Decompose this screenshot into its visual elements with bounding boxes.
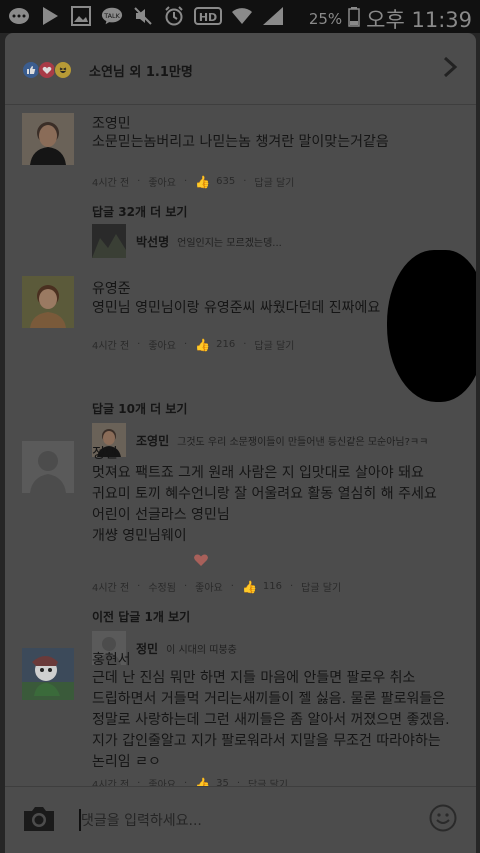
talk-icon: TALK (101, 6, 123, 26)
emoji-icon[interactable] (429, 804, 457, 832)
reply-button[interactable]: 답글 달기 (254, 337, 294, 352)
comment-item: 조영민 소문믿는놈버리고 나믿는놈 챙겨란 말이맞는거같음 4시간 전 · 좋아… (5, 105, 476, 285)
avatar[interactable] (22, 648, 74, 700)
comment-time: 4시간 전 (92, 583, 130, 594)
comment-author[interactable]: 홍현서 (92, 649, 131, 669)
svg-text:TALK: TALK (103, 12, 120, 20)
avatar (92, 224, 126, 258)
avatar[interactable] (22, 441, 74, 493)
svg-text:HD: HD (199, 11, 217, 24)
thumbs-up-icon: 👍 (195, 174, 211, 189)
comment-author[interactable]: 유영준 (92, 278, 131, 298)
gallery-icon (70, 6, 92, 26)
battery-icon (348, 7, 360, 31)
mute-icon (132, 6, 154, 26)
signal-icon (262, 6, 284, 26)
clock: 오후 11:39 (366, 8, 472, 32)
reply-button[interactable]: 답글 달기 (301, 579, 341, 594)
view-more-replies[interactable]: 답글 10개 더 보기 (92, 400, 187, 417)
avatar[interactable] (22, 113, 74, 165)
chevron-right-icon[interactable] (442, 55, 458, 86)
wifi-icon (231, 6, 253, 26)
haha-reaction-icon (54, 61, 72, 79)
reaction-summary-text: 소연님 외 1.1만명 (89, 65, 193, 80)
thumbs-up-icon: 👍 (241, 579, 257, 594)
status-bar: TALK HD 25% 오후 11:39 (0, 0, 480, 33)
play-icon (39, 6, 61, 26)
comment-meta: 4시간 전 · 수정됨 · 좋아요 · 👍 116 · 답글 달기 (92, 579, 342, 595)
chat-bubble-icon (8, 6, 30, 26)
edited-label[interactable]: 수정됨 (148, 579, 176, 594)
comment-input[interactable] (81, 809, 401, 833)
reply-text: 언일인지는 모르겠는뎅... (177, 237, 282, 249)
comment-text: 멋져요 팩트죠 그게 원래 사람은 지 입맛대로 살아야 돼요 귀요미 토끼 혜… (92, 465, 437, 544)
like-count: 216 (216, 339, 236, 350)
like-count: 116 (262, 581, 282, 592)
reply-button[interactable]: 답글 달기 (254, 174, 294, 189)
like-count: 635 (216, 176, 236, 187)
comment-item: 정민 멋져요 팩트죠 그게 원래 사람은 지 입맛대로 살아야 돼요 귀요미 토… (5, 436, 476, 676)
comments-sheet: 소연님 외 1.1만명 조영민 소문믿는놈버리고 나믿는놈 챙겨란 말이맞는거같… (5, 33, 476, 853)
hd-icon: HD (194, 6, 222, 26)
reaction-summary[interactable]: 소연님 외 1.1만명 (5, 33, 476, 105)
like-button[interactable]: 좋아요 (148, 174, 176, 189)
heart-icon (193, 552, 209, 571)
comment-text: 영민님 영민님이랑 유영준씨 싸웠다던데 진짜에요 (92, 300, 381, 316)
comment-item: 홍현서 근데 난 진심 뭐만 하면 지들 마음에 안들면 팔로우 취소 드립하면… (5, 648, 476, 791)
reply-author: 박선명 (136, 234, 170, 249)
comment-text: 소문믿는놈버리고 나믿는놈 챙겨란 말이맞는거같음 (92, 134, 389, 150)
thumbs-up-icon: 👍 (195, 337, 211, 352)
comment-meta: 4시간 전 · 좋아요 · 👍 216 · 답글 달기 (92, 337, 295, 353)
comment-author[interactable]: 정민 (92, 443, 118, 463)
avatar[interactable] (22, 276, 74, 328)
like-button[interactable]: 좋아요 (195, 579, 223, 594)
reaction-icons (22, 61, 72, 79)
comment-meta: 4시간 전 · 좋아요 · 👍 635 · 답글 달기 (92, 174, 295, 190)
reply-preview[interactable]: 박선명 언일인지는 모르겠는뎅... (92, 223, 282, 259)
battery-percent: 25% (308, 10, 343, 28)
like-button[interactable]: 좋아요 (148, 337, 176, 352)
view-more-replies[interactable]: 답글 32개 더 보기 (92, 203, 187, 220)
redaction-mark (387, 250, 476, 402)
camera-icon[interactable] (22, 805, 56, 833)
comment-text: 근데 난 진심 뭐만 하면 지들 마음에 안들면 팔로우 취소 드립하면서 거들… (92, 670, 450, 770)
alarm-icon (163, 6, 185, 26)
comment-time: 4시간 전 (92, 178, 130, 189)
comment-author[interactable]: 조영민 (92, 113, 131, 133)
comment-composer (5, 786, 476, 853)
comment-time: 4시간 전 (92, 341, 130, 352)
view-previous-replies[interactable]: 이전 답글 1개 보기 (92, 608, 190, 625)
